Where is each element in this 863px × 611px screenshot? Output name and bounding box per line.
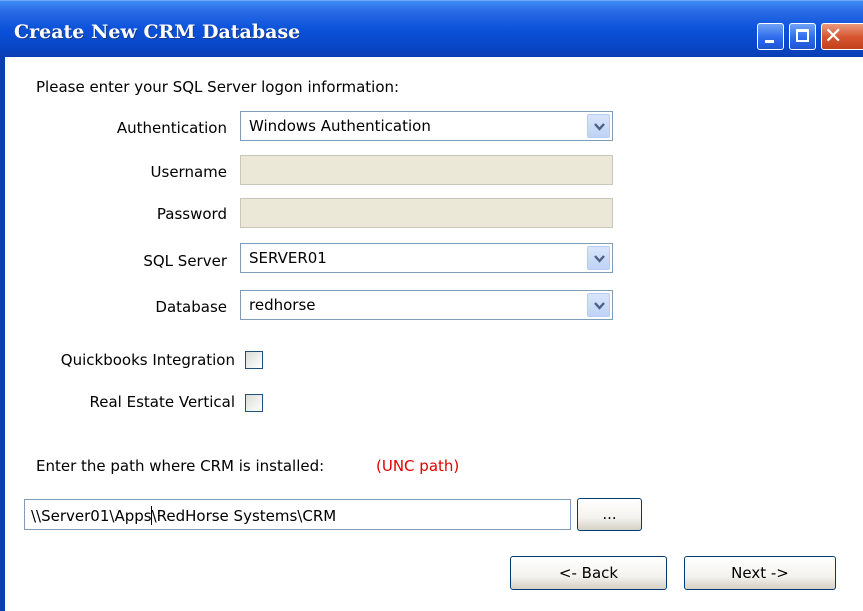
chevron-down-icon: [594, 123, 605, 131]
password-label: Password: [156, 205, 227, 223]
authentication-select[interactable]: Windows Authentication: [240, 111, 613, 141]
sql-server-select[interactable]: SERVER01: [240, 243, 613, 273]
close-icon: ✕: [824, 24, 843, 49]
maximize-icon: [796, 29, 809, 42]
install-path-before-caret: \\Server01\Apps: [31, 507, 152, 525]
username-field[interactable]: [240, 155, 613, 185]
minimize-button[interactable]: [757, 23, 784, 50]
sql-server-dropdown-button[interactable]: [587, 246, 610, 270]
database-select[interactable]: redhorse: [240, 290, 613, 320]
next-button[interactable]: Next ->: [684, 556, 836, 590]
real-estate-checkbox[interactable]: [245, 394, 263, 412]
install-path-input[interactable]: \\Server01\Apps\RedHorse Systems\CRM: [24, 499, 571, 530]
authentication-value: Windows Authentication: [249, 117, 431, 135]
minimize-icon: [765, 40, 774, 43]
logon-intro-text: Please enter your SQL Server logon infor…: [36, 78, 400, 96]
sql-server-label: SQL Server: [143, 252, 227, 270]
back-button[interactable]: <- Back: [510, 556, 667, 590]
username-label: Username: [150, 163, 227, 181]
quickbooks-checkbox[interactable]: [245, 351, 263, 369]
chevron-down-icon: [594, 255, 605, 263]
install-path-value: \\Server01\Apps\RedHorse Systems\CRM: [31, 506, 336, 525]
authentication-dropdown-button[interactable]: [587, 114, 610, 138]
title-bar[interactable]: Create New CRM Database ✕: [0, 0, 863, 57]
sql-server-value: SERVER01: [249, 249, 327, 267]
unc-path-hint: (UNC path): [376, 457, 460, 475]
install-path-after-caret: \RedHorse Systems\CRM: [151, 507, 337, 525]
dialog-body: Please enter your SQL Server logon infor…: [5, 57, 863, 611]
close-button[interactable]: ✕: [821, 23, 863, 50]
window-title: Create New CRM Database: [14, 21, 301, 43]
password-field[interactable]: [240, 198, 613, 228]
maximize-button[interactable]: [789, 23, 816, 50]
database-dropdown-button[interactable]: [587, 293, 610, 317]
browse-button[interactable]: ...: [577, 498, 642, 531]
authentication-label: Authentication: [116, 119, 227, 137]
database-label: Database: [155, 298, 227, 316]
path-prompt-text: Enter the path where CRM is installed:: [36, 457, 325, 475]
quickbooks-label: Quickbooks Integration: [60, 351, 235, 369]
dialog-window: Create New CRM Database ✕ Please enter y…: [0, 0, 863, 611]
chevron-down-icon: [594, 302, 605, 310]
database-value: redhorse: [249, 296, 316, 314]
real-estate-label: Real Estate Vertical: [89, 393, 236, 411]
